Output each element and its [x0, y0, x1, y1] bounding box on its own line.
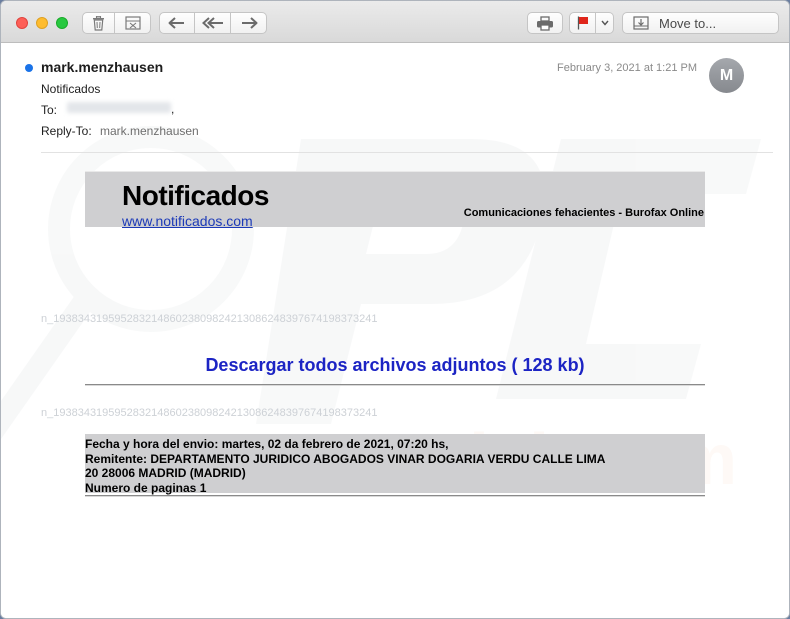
- reply-all-arrow-icon: [201, 17, 223, 29]
- delete-button[interactable]: [82, 12, 115, 34]
- sender-avatar: M: [709, 58, 744, 93]
- chevron-down-icon: [600, 20, 609, 26]
- reply-all-button[interactable]: [195, 12, 231, 34]
- close-window-button[interactable]: [16, 17, 28, 29]
- reply-button[interactable]: [159, 12, 195, 34]
- print-button[interactable]: [527, 12, 563, 34]
- forward-button[interactable]: [231, 12, 267, 34]
- toolbar: Move to...: [1, 1, 789, 43]
- reply-to-value: mark.menzhausen: [100, 124, 199, 138]
- to-label: To:: [41, 103, 58, 117]
- red-flag-icon: [577, 16, 588, 30]
- sender-name: mark.menzhausen: [41, 59, 164, 75]
- junk-box-icon: [124, 16, 141, 30]
- banner-title: Notificados: [122, 180, 269, 211]
- download-attachments-link[interactable]: Descargar todos archivos adjuntos ( 128 …: [85, 355, 705, 376]
- unread-indicator: [25, 64, 33, 72]
- minimize-window-button[interactable]: [36, 17, 48, 29]
- message-subject: Notificados: [41, 82, 101, 96]
- tracking-id: n_19383431959528321486023809824213086248…: [41, 407, 378, 419]
- forward-arrow-icon: [241, 17, 257, 29]
- message-view: risk.com mark.menzhausen Notificados To:…: [1, 44, 789, 618]
- notificados-banner: Notificados www.notificados.com Comunica…: [85, 171, 705, 229]
- redacted-recipient: [67, 102, 171, 113]
- printer-icon: [537, 15, 553, 31]
- header-divider: [41, 152, 773, 153]
- detail-line: Remitente: DEPARTAMENTO JURIDICO ABOGADO…: [85, 451, 606, 466]
- banner-subtitle: Comunicaciones fehacientes - Burofax Onl…: [463, 207, 704, 219]
- move-to-label: Move to...: [659, 15, 717, 31]
- tracking-id: n_19383431959528321486023809824213086248…: [41, 313, 378, 325]
- junk-button[interactable]: [115, 12, 151, 34]
- to-separator: ,: [171, 102, 175, 116]
- reply-arrow-icon: [168, 17, 184, 29]
- flag-button[interactable]: [569, 12, 596, 34]
- move-to-button[interactable]: Move to...: [622, 12, 779, 34]
- trash-icon: [93, 15, 104, 31]
- mail-window: Move to... risk.com mark.menzhausen Noti…: [0, 0, 790, 619]
- move-to-folder-icon: [633, 16, 649, 30]
- detail-line: Fecha y hora del envio: martes, 02 da fe…: [85, 437, 449, 451]
- message-date: February 3, 2021 at 1:21 PM: [557, 62, 698, 74]
- divider-line: [85, 495, 705, 497]
- divider-line: [85, 384, 705, 386]
- detail-line: 20 28006 MADRID (MADRID): [85, 466, 246, 480]
- flag-menu-button[interactable]: [596, 12, 614, 34]
- shipment-details: Fecha y hora del envio: martes, 02 da fe…: [85, 434, 705, 495]
- detail-line: Numero de paginas 1: [85, 480, 207, 495]
- reply-to-label: Reply-To:: [41, 124, 92, 138]
- notificados-link[interactable]: www.notificados.com: [122, 213, 253, 229]
- zoom-window-button[interactable]: [56, 17, 68, 29]
